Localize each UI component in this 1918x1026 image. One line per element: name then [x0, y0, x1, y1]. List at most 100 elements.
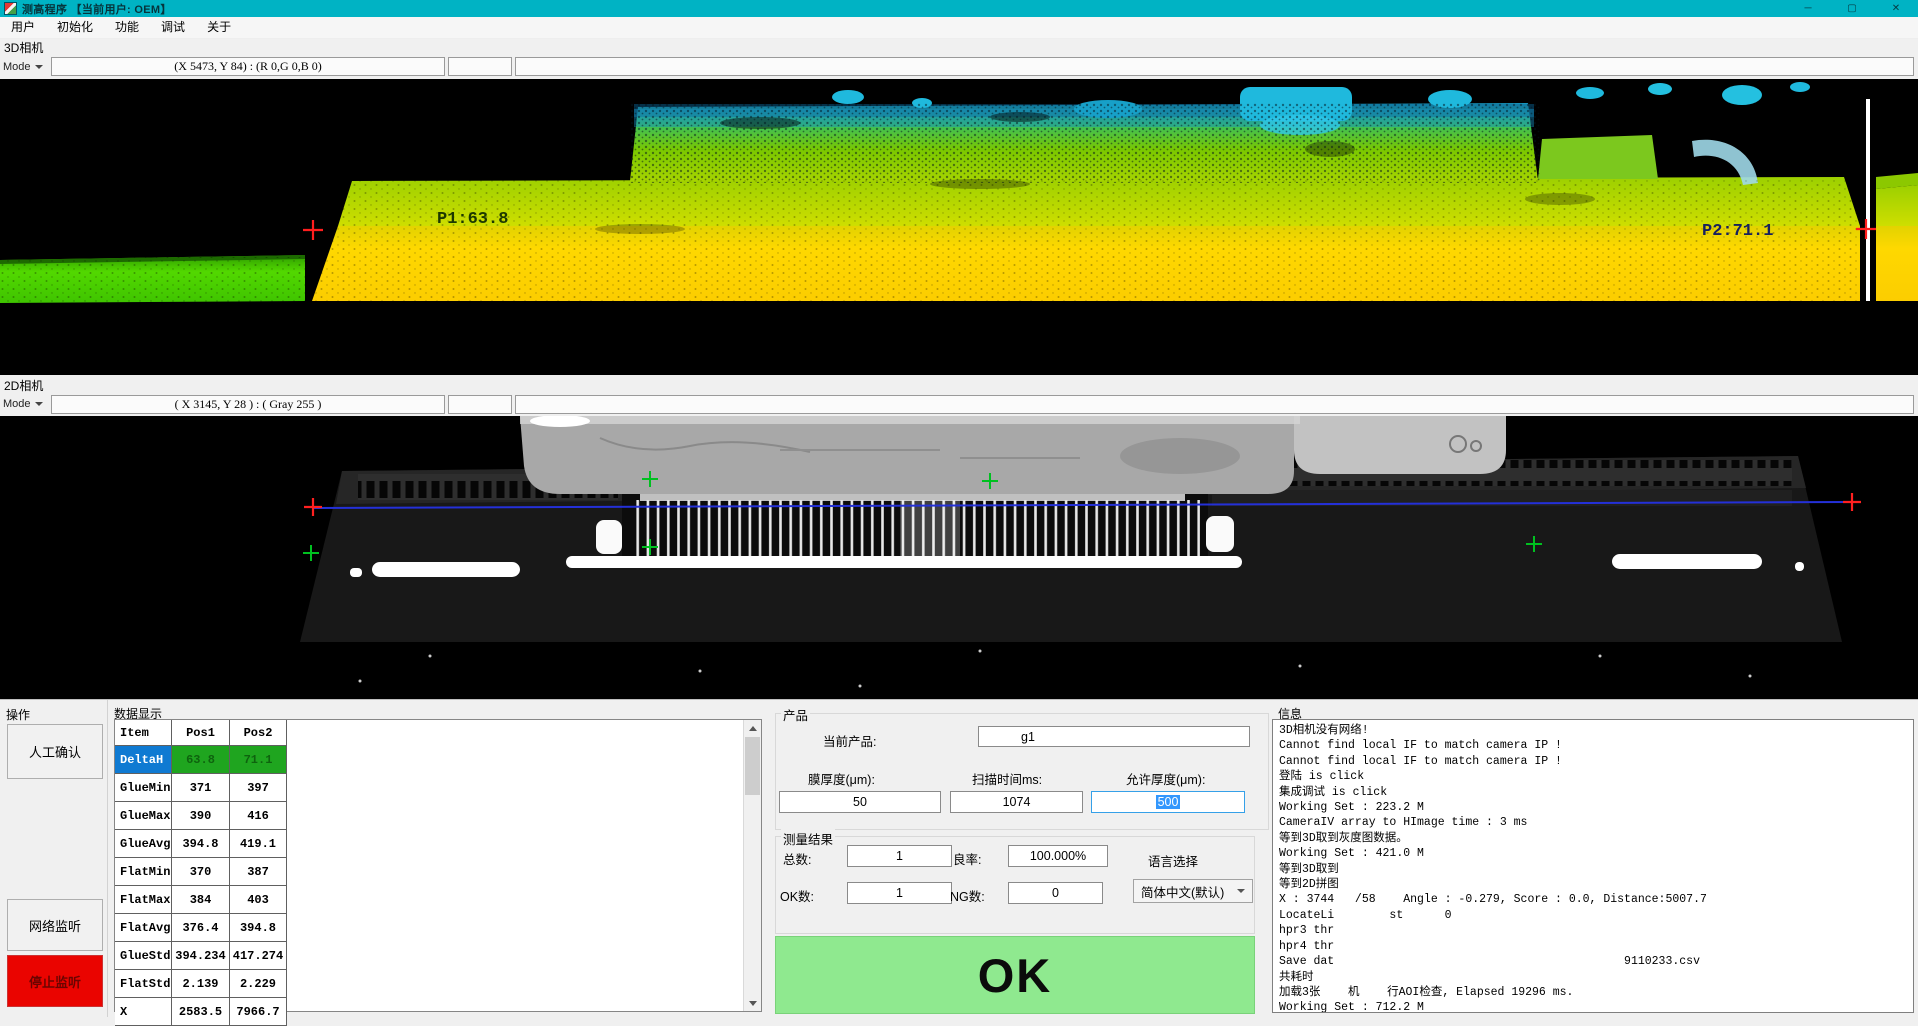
camera3d-cursor-status: (X 5473, Y 84) : (R 0,G 0,B 0): [51, 57, 445, 76]
table-cell: 371: [172, 774, 230, 801]
heightmap-3d-image: P1:63.8 P2:71.1: [0, 79, 1918, 375]
total-count-label: 总数:: [783, 849, 811, 868]
log-line: LocateLi st 0: [1279, 908, 1907, 923]
film-thickness-field[interactable]: 50: [779, 791, 941, 813]
table-cell: 63.8: [172, 746, 230, 773]
log-line: 集成调试 is click: [1279, 785, 1907, 800]
table-row[interactable]: X2583.57966.7: [115, 998, 287, 1026]
table-cell: 419.1: [230, 830, 287, 857]
ng-count-label: NG数:: [950, 886, 985, 905]
scan-time-label: 扫描时间ms:: [972, 769, 1042, 788]
table-cell: 397: [230, 774, 287, 801]
language-select-dropdown[interactable]: 简体中文(默认): [1133, 879, 1253, 903]
ok-count-field[interactable]: 1: [847, 882, 952, 904]
scan-time-field[interactable]: 1074: [950, 791, 1083, 813]
manual-confirm-button[interactable]: 人工确认: [7, 724, 103, 779]
table-row[interactable]: FlatMax384403: [115, 886, 287, 914]
window-title: 测高程序 【当前用户: OEM】: [22, 1, 172, 17]
menu-item[interactable]: 功能: [104, 17, 150, 38]
camera2d-cursor-status: ( X 3145, Y 28 ) : ( Gray 255 ): [51, 395, 445, 414]
allow-thickness-label: 允许厚度(μm):: [1126, 769, 1205, 788]
data-display-listbox[interactable]: ItemPos1Pos2 DeltaH63.871.1GlueMin371397…: [114, 719, 762, 1012]
current-product-label: 当前产品:: [823, 731, 876, 750]
table-row[interactable]: GlueMin371397: [115, 774, 287, 802]
table-scrollbar[interactable]: [743, 720, 761, 1011]
log-line: Working Set : 712.2 M: [1279, 1000, 1907, 1013]
menu-item[interactable]: 用户: [0, 17, 46, 38]
maximize-button[interactable]: ▢: [1830, 0, 1874, 17]
app-icon: [4, 2, 17, 15]
table-cell: 394.234: [172, 942, 230, 969]
stop-listen-button[interactable]: 停止监听: [7, 955, 103, 1007]
yield-label: 良率:: [953, 849, 981, 868]
log-line: 等到2D拼图: [1279, 877, 1907, 892]
table-row[interactable]: FlatMin370387: [115, 858, 287, 886]
table-cell: 376.4: [172, 914, 230, 941]
menu-item[interactable]: 调试: [150, 17, 196, 38]
dropdown-arrow-icon: [35, 402, 43, 406]
log-line: Working Set : 223.2 M: [1279, 800, 1907, 815]
log-line: 加载3张 机 行AOI检查, Elapsed 19296 ms.: [1279, 985, 1907, 1000]
table-cell: GlueMin: [115, 774, 172, 801]
table-cell: DeltaH: [115, 746, 172, 773]
yield-field[interactable]: 100.000%: [1008, 845, 1108, 867]
dropdown-arrow-icon: [35, 65, 43, 69]
table-cell: 417.274: [230, 942, 287, 969]
operation-label: 操作: [6, 706, 30, 723]
log-line: Working Set : 421.0 M: [1279, 846, 1907, 861]
ng-count-field[interactable]: 0: [1008, 882, 1103, 904]
language-value: 简体中文(默认): [1141, 882, 1224, 901]
table-row[interactable]: GlueMax390416: [115, 802, 287, 830]
camera2d-viewport[interactable]: [0, 416, 1918, 699]
current-product-field[interactable]: g1: [978, 726, 1250, 747]
table-row[interactable]: FlatAvg376.4394.8: [115, 914, 287, 942]
title-bar[interactable]: 测高程序 【当前用户: OEM】 ─ ▢ ✕: [0, 0, 1918, 17]
log-line: X : 3744 /58 Angle : -0.279, Score : 0.0…: [1279, 892, 1907, 907]
camera3d-section-label: 3D相机: [4, 39, 43, 56]
table-cell: FlatAvg: [115, 914, 172, 941]
allow-thickness-field[interactable]: 500: [1091, 791, 1245, 813]
menu-bar: 用户初始化功能调试关于: [0, 17, 1918, 39]
table-cell: 2583.5: [172, 998, 230, 1025]
scroll-down-icon[interactable]: [744, 995, 761, 1011]
p2-measurement-label: P2:71.1: [1702, 222, 1773, 241]
log-line: Save dat 9110233.csv: [1279, 954, 1907, 969]
info-log[interactable]: 3D相机没有网络!Cannot find local IF to match c…: [1272, 719, 1914, 1013]
scroll-up-icon[interactable]: [744, 720, 761, 736]
table-cell: 390: [172, 802, 230, 829]
close-button[interactable]: ✕: [1874, 0, 1918, 17]
menu-item[interactable]: 初始化: [46, 17, 104, 38]
camera3d-viewport[interactable]: P1:63.8 P2:71.1: [0, 79, 1918, 375]
table-cell: GlueStd: [115, 942, 172, 969]
p1-measurement-label: P1:63.8: [437, 210, 508, 229]
left-green-strip: [0, 255, 305, 303]
result-status-banner: OK: [775, 936, 1255, 1014]
log-line: 共耗时: [1279, 970, 1907, 985]
status-segment: [515, 395, 1914, 414]
product-label: 产品: [781, 705, 810, 724]
table-header-cell: Item: [115, 720, 172, 745]
camera3d-mode-dropdown[interactable]: Mode: [3, 61, 51, 73]
table-cell: FlatMax: [115, 886, 172, 913]
window-controls: ─ ▢ ✕: [1786, 0, 1918, 17]
table-row[interactable]: GlueStd394.234417.274: [115, 942, 287, 970]
log-line: hpr4 thr: [1279, 939, 1907, 954]
table-cell: 370: [172, 858, 230, 885]
total-count-field[interactable]: 1: [847, 845, 952, 867]
language-select-label: 语言选择: [1148, 851, 1198, 870]
table-cell: 403: [230, 886, 287, 913]
network-listen-button[interactable]: 网络监听: [7, 899, 103, 951]
table-row[interactable]: GlueAvg394.8419.1: [115, 830, 287, 858]
table-row[interactable]: FlatStd2.1392.229: [115, 970, 287, 998]
table-row[interactable]: DeltaH63.871.1: [115, 746, 287, 774]
status-segment: [448, 395, 512, 414]
camera2d-mode-dropdown[interactable]: Mode: [3, 398, 51, 410]
minimize-button[interactable]: ─: [1786, 0, 1830, 17]
log-line: Cannot find local IF to match camera IP …: [1279, 754, 1907, 769]
table-cell: FlatMin: [115, 858, 172, 885]
table-cell: GlueAvg: [115, 830, 172, 857]
table-cell: 7966.7: [230, 998, 287, 1025]
scrollbar-thumb[interactable]: [745, 737, 760, 795]
menu-item[interactable]: 关于: [196, 17, 242, 38]
table-header-row: ItemPos1Pos2: [115, 720, 287, 746]
